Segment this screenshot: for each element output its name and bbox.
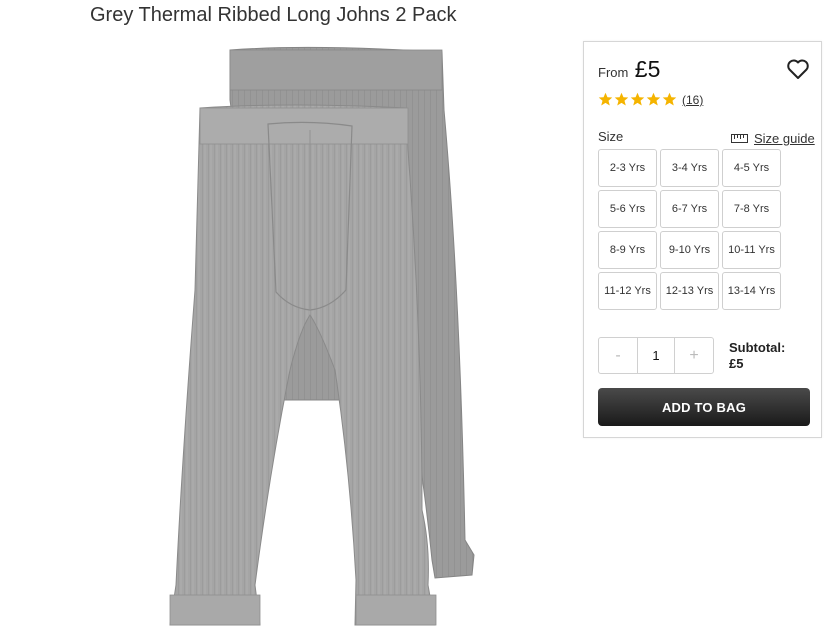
size-guide-label: Size guide <box>754 131 815 146</box>
ruler-icon <box>731 134 748 143</box>
product-title: Grey Thermal Ribbed Long Johns 2 Pack <box>90 4 457 26</box>
size-label: Size <box>598 129 624 144</box>
size-option[interactable]: 9-10 Yrs <box>660 231 719 269</box>
star-icon <box>662 92 677 106</box>
quantity-input[interactable]: 1 <box>637 338 675 373</box>
quantity-decrease-button[interactable]: - <box>599 338 637 373</box>
size-option[interactable]: 3-4 Yrs <box>660 149 719 187</box>
price: From £5 <box>598 56 660 83</box>
price-from-label: From <box>598 65 629 80</box>
size-option[interactable]: 7-8 Yrs <box>722 190 781 228</box>
size-options: 2-3 Yrs 3-4 Yrs 4-5 Yrs 5-6 Yrs 6-7 Yrs … <box>598 149 781 310</box>
review-count-link[interactable]: (16) <box>682 93 703 107</box>
rating: (16) <box>598 92 703 107</box>
star-icon <box>630 92 645 106</box>
size-option[interactable]: 11-12 Yrs <box>598 272 657 310</box>
subtotal-label: Subtotal: <box>729 340 786 355</box>
quantity-stepper: - 1 + <box>598 337 714 374</box>
subtotal: Subtotal: £5 <box>729 340 785 372</box>
star-rating <box>598 92 677 107</box>
size-option[interactable]: 10-11 Yrs <box>722 231 781 269</box>
add-to-bag-button[interactable]: ADD TO BAG <box>598 388 810 426</box>
star-icon <box>614 92 629 106</box>
size-option[interactable]: 6-7 Yrs <box>660 190 719 228</box>
star-icon <box>598 92 613 106</box>
price-value: £5 <box>634 56 661 82</box>
quantity-increase-button[interactable]: + <box>675 338 713 373</box>
size-guide-link[interactable]: Size guide <box>731 131 815 146</box>
size-option[interactable]: 5-6 Yrs <box>598 190 657 228</box>
subtotal-value: £5 <box>729 356 744 371</box>
product-image <box>169 46 475 626</box>
size-option[interactable]: 2-3 Yrs <box>598 149 657 187</box>
size-option[interactable]: 12-13 Yrs <box>660 272 719 310</box>
star-icon <box>646 92 661 106</box>
size-option[interactable]: 8-9 Yrs <box>598 231 657 269</box>
size-option[interactable]: 4-5 Yrs <box>722 149 781 187</box>
size-option[interactable]: 13-14 Yrs <box>722 272 781 310</box>
purchase-panel: From £5 (16) Size Size guide 2-3 Yrs 3-4… <box>583 41 822 438</box>
heart-icon[interactable] <box>786 58 810 80</box>
